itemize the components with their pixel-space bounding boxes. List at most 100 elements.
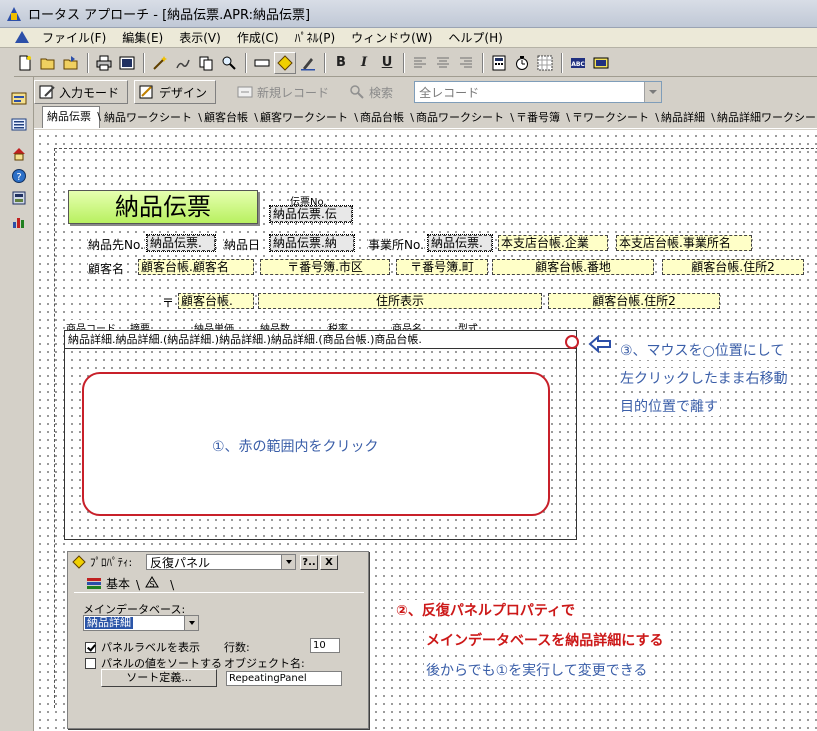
menu-edit[interactable]: 編集(E): [114, 28, 171, 48]
delivery-date-field[interactable]: 納品伝票.納: [269, 234, 355, 252]
town-field[interactable]: 〒番号簿.町: [396, 259, 488, 275]
svg-text:S: S: [150, 580, 155, 589]
pen-icon[interactable]: [172, 52, 194, 74]
help-tool-icon[interactable]: ?: [8, 165, 30, 187]
menu-file[interactable]: ファイル(F): [34, 28, 114, 48]
show-panel-label-text: パネルラベルを表示: [101, 641, 200, 654]
style-tab-icon: S: [145, 576, 159, 589]
home-tool-icon[interactable]: [8, 143, 30, 165]
delivery-date-label[interactable]: 納品日: [224, 236, 261, 253]
image-icon[interactable]: [590, 52, 612, 74]
customer-no-field[interactable]: 納品伝票.: [146, 234, 216, 252]
tab-style[interactable]: S: [140, 574, 170, 592]
zoom-icon[interactable]: [218, 52, 240, 74]
help-button[interactable]: ?..: [300, 554, 318, 570]
slip-no-field[interactable]: 納品伝票.伝: [269, 205, 353, 223]
office-no-field[interactable]: 納品伝票.: [427, 234, 493, 252]
tab-customer-ledger[interactable]: 顧客台帳: [200, 108, 258, 128]
form-title[interactable]: 納品伝票: [68, 190, 258, 224]
company-field[interactable]: 本支店台帳.企業: [498, 235, 608, 251]
rows-input[interactable]: 10: [310, 638, 340, 653]
new-file-icon[interactable]: [14, 52, 36, 74]
click-target-caption: ①、赤の範囲内をクリック: [208, 436, 383, 456]
checkbox-unchecked[interactable]: [85, 657, 96, 669]
open-file-icon[interactable]: [60, 52, 82, 74]
repeating-panel-row[interactable]: 納品詳細.納品詳細.(納品詳細.)納品詳細.)納品詳細.(商品台帳.)商品台帳.: [65, 331, 576, 349]
address2b-field[interactable]: 顧客台帳.住所2: [548, 293, 720, 309]
main-db-select[interactable]: 納品詳細: [83, 615, 199, 631]
address-no-field[interactable]: 顧客台帳.番地: [492, 259, 654, 275]
new-record-icon: [237, 86, 253, 98]
underline-icon[interactable]: U: [376, 52, 398, 74]
show-panel-label-checkbox[interactable]: パネルラベルを表示: [85, 639, 200, 655]
diamond-icon[interactable]: [274, 51, 296, 74]
properties-palette: ﾌﾟﾛﾊﾟﾃｨ: 反復パネル ?.. X 基本 \ S \ メインデータベース:…: [67, 551, 369, 729]
chevron-down-icon[interactable]: [184, 616, 198, 630]
address-display-field[interactable]: 住所表示: [258, 293, 542, 309]
tab-zipcode-book[interactable]: 〒番号簿: [512, 108, 570, 128]
toolbar-separator: [143, 52, 145, 73]
menu-create[interactable]: 作成(C): [229, 28, 287, 48]
search-button[interactable]: 検索: [344, 80, 403, 104]
timer-icon[interactable]: [511, 52, 533, 74]
resize-handle[interactable]: [565, 335, 579, 349]
chevron-down-icon[interactable]: [281, 555, 295, 569]
close-button[interactable]: X: [320, 554, 338, 570]
zip-label[interactable]: 〒: [162, 294, 175, 311]
address2-field[interactable]: 顧客台帳.住所2: [662, 259, 804, 275]
menu-help[interactable]: ヘルプ(H): [440, 28, 510, 48]
sort-define-button[interactable]: ソート定義...: [101, 669, 217, 687]
tab-product-worksheet[interactable]: 商品ワークシート: [412, 108, 514, 128]
record-filter-select[interactable]: 全レコード: [414, 81, 663, 103]
checkbox-checked[interactable]: [85, 641, 96, 653]
report-tool-icon[interactable]: [8, 113, 30, 135]
tab-basic[interactable]: 基本: [82, 574, 136, 592]
open-folder-icon[interactable]: [37, 52, 59, 74]
chevron-down-icon[interactable]: [644, 82, 662, 102]
object-type-select[interactable]: 反復パネル: [146, 554, 296, 570]
object-name-input[interactable]: RepeatingPanel: [226, 671, 342, 686]
tab-delivery-detail[interactable]: 納品詳細: [657, 108, 715, 128]
database-tool-icon[interactable]: [8, 187, 30, 209]
tab-customer-worksheet[interactable]: 顧客ワークシート: [256, 108, 358, 128]
city-field[interactable]: 〒番号簿.市区: [260, 259, 390, 275]
align-right-icon[interactable]: [455, 52, 477, 74]
office-no-label[interactable]: 事業所No.: [368, 236, 424, 253]
design-button[interactable]: デザイン: [134, 80, 217, 104]
brush-icon[interactable]: [297, 52, 319, 74]
menu-view[interactable]: 表示(V): [171, 28, 229, 48]
preview-icon[interactable]: [116, 52, 138, 74]
menu-panel[interactable]: ﾊﾟﾈﾙ(P): [287, 28, 344, 48]
grid-icon[interactable]: [534, 52, 556, 74]
search-icon: [350, 85, 364, 99]
calc-icon[interactable]: [488, 52, 510, 74]
wand-icon[interactable]: [149, 52, 171, 74]
tab-delivery-slip[interactable]: 納品伝票: [42, 106, 101, 128]
form-tool-icon[interactable]: [8, 87, 30, 109]
chart-tool-icon[interactable]: [8, 211, 30, 233]
bold-icon[interactable]: B: [330, 52, 352, 74]
tab-product-ledger[interactable]: 商品台帳: [356, 108, 414, 128]
abc-icon[interactable]: ABC: [567, 52, 589, 74]
customer-name-label[interactable]: 顧客名: [88, 260, 125, 277]
input-mode-button[interactable]: 入力モード: [34, 80, 129, 104]
new-record-button[interactable]: 新規レコード: [232, 80, 339, 104]
field-icon[interactable]: [251, 52, 273, 74]
tab-delivery-worksheet[interactable]: 納品ワークシート: [100, 108, 202, 128]
rows-label: 行数:: [224, 641, 250, 654]
tab-delivery-detail-worksheet[interactable]: 納品詳細ワークシート: [713, 108, 817, 128]
zip-field[interactable]: 顧客台帳.: [178, 293, 254, 309]
customer-no-label[interactable]: 納品先No.: [88, 236, 144, 253]
tab-zipcode-worksheet[interactable]: 〒ワークシート: [568, 108, 659, 128]
customer-name-field[interactable]: 顧客台帳.顧客名: [138, 259, 254, 275]
click-target-area[interactable]: ①、赤の範囲内をクリック: [82, 372, 550, 516]
menu-window[interactable]: ウィンドウ(W): [343, 28, 440, 48]
print-icon[interactable]: [93, 52, 115, 74]
align-left-icon[interactable]: [409, 52, 431, 74]
italic-icon[interactable]: I: [353, 52, 375, 74]
align-center-icon[interactable]: [432, 52, 454, 74]
svg-text:?: ?: [16, 172, 21, 183]
office-name-field[interactable]: 本支店台帳.事業所名: [616, 235, 752, 251]
document-menu-icon[interactable]: [14, 30, 30, 45]
copy-icon[interactable]: [195, 52, 217, 74]
